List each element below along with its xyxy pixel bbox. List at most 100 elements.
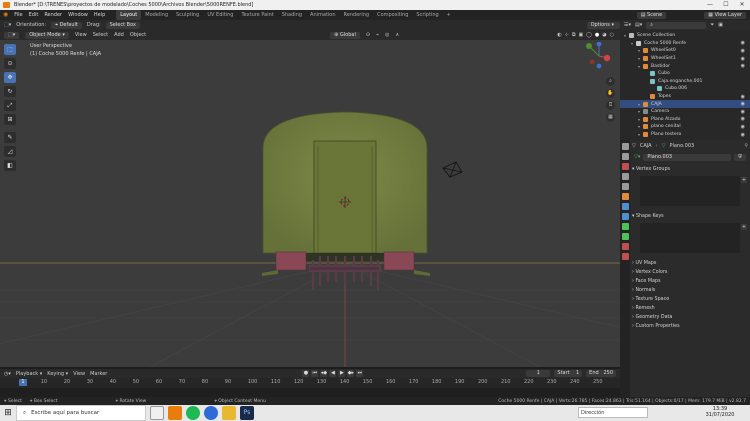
menu-help[interactable]: Help (91, 10, 108, 20)
add-menu[interactable]: Add (114, 30, 124, 40)
workspace-tab-layout[interactable]: Layout (116, 10, 142, 20)
timeline-editor-icon[interactable]: ◷▾ (4, 369, 11, 379)
scale-tool-icon[interactable]: ⤢ (4, 100, 16, 111)
workspace-tab-animation[interactable]: Animation (306, 10, 340, 20)
marker-menu[interactable]: Marker (90, 369, 107, 379)
cursor-tool-icon[interactable]: ⊙ (4, 58, 16, 69)
outliner-row[interactable]: Cubo (620, 70, 750, 78)
rotate-tool-icon[interactable]: ↻ (4, 86, 16, 97)
3d-viewport[interactable] (0, 40, 620, 367)
properties-tab-icon[interactable] (621, 173, 629, 180)
train-car-caja[interactable] (262, 111, 430, 290)
auto-key-icon[interactable]: ● (302, 370, 310, 377)
timeline-track-area[interactable] (0, 388, 620, 397)
perspective-toggle-icon[interactable]: ▦ (606, 113, 615, 122)
gizmo-icon[interactable]: ⊹ (565, 30, 569, 40)
panel-header[interactable]: › Remesh (632, 305, 655, 313)
panel-header[interactable]: › Face Maps (632, 278, 660, 286)
menu-render[interactable]: Render (41, 10, 65, 20)
visibility-eye-icon[interactable]: ◉ (741, 109, 745, 115)
visibility-eye-icon[interactable]: ◉ (741, 116, 745, 122)
spotify-taskbar-icon[interactable] (186, 406, 200, 420)
outliner-search-input[interactable]: ⌕ (646, 21, 707, 29)
mode-dropdown[interactable]: Object Mode ▾ (25, 31, 69, 39)
navigation-gizmo[interactable] (583, 41, 615, 74)
workspace-tab-scripting[interactable]: Scripting (412, 10, 442, 20)
blender-menu-icon[interactable]: ◉ (0, 10, 11, 20)
z-axis-ball[interactable] (596, 63, 602, 69)
outliner-row[interactable]: Topes ◉ (620, 93, 750, 101)
properties-tab-icon[interactable] (621, 253, 629, 260)
blender-taskbar-icon[interactable] (168, 406, 182, 420)
transform-tool-icon[interactable]: ⊞ (4, 114, 16, 125)
select-box-tool-icon[interactable]: ⬚ (4, 44, 16, 55)
options-dropdown[interactable]: Options ▾ (586, 21, 620, 29)
outliner-row[interactable]: ▾ Coche 5000 Renfe ◉ (620, 40, 750, 48)
outliner-editor-icon[interactable]: ☰▾ (624, 20, 631, 30)
add-cube-tool-icon[interactable]: ◧ (4, 160, 16, 171)
properties-tab-icon[interactable] (621, 243, 629, 250)
properties-tab-icon[interactable] (621, 153, 629, 160)
editor-type-icon[interactable]: ⬚▾ (4, 31, 20, 39)
outliner-row[interactable]: ▾ CAJA ◉ (620, 100, 750, 108)
properties-tab-icon[interactable] (621, 213, 629, 220)
solid-shading-icon[interactable]: ● (595, 30, 599, 40)
properties-tab-icon[interactable] (621, 183, 629, 190)
wireframe-shading-icon[interactable]: ◯ (586, 30, 592, 40)
properties-tab-icon[interactable] (621, 163, 629, 170)
visibility-eye-icon[interactable]: ◉ (741, 56, 745, 62)
outliner-row[interactable]: ▾ Bastidor ◉ (620, 62, 750, 70)
workspace-tab-texture-paint[interactable]: Texture Paint (237, 10, 277, 20)
outliner-row[interactable]: ▾ WheelSet0 ◉ (620, 47, 750, 55)
visibility-icon[interactable]: ◐ (557, 30, 561, 40)
panel-header[interactable]: › UV Maps (632, 260, 656, 268)
zoom-icon[interactable]: ⌕ (606, 77, 615, 86)
view-layer-selector[interactable]: ▦ View Layer (704, 11, 746, 19)
visibility-eye-icon[interactable]: ◉ (741, 40, 745, 46)
playhead[interactable]: 1 (19, 379, 27, 386)
panel-header[interactable]: › Normals (632, 287, 655, 295)
view-menu-timeline[interactable]: View (73, 369, 85, 379)
mesh-data-field[interactable]: Plano.003 (643, 153, 732, 161)
properties-tab-icon[interactable] (621, 223, 629, 230)
chrome-taskbar-icon[interactable] (204, 406, 218, 420)
outliner-row[interactable]: ▾ Scene Collection (620, 32, 750, 40)
properties-tab-icon[interactable] (621, 143, 629, 150)
drag-dropdown[interactable]: Select Box (105, 21, 140, 29)
visibility-eye-icon[interactable]: ◉ (741, 94, 745, 100)
workspace-tab-shading[interactable]: Shading (278, 10, 306, 20)
menu-edit[interactable]: Edit (26, 10, 42, 20)
mesh-data-icon[interactable]: ▽▾ (634, 154, 640, 160)
close-button[interactable]: ✕ (734, 0, 750, 10)
pan-icon[interactable]: ✋ (606, 89, 615, 98)
outliner-row[interactable]: Cubo.006 (620, 85, 750, 93)
properties-tab-icon[interactable] (621, 233, 629, 240)
object-menu[interactable]: Object (130, 30, 146, 40)
panel-header[interactable]: › Geometry Data (632, 314, 672, 322)
pivot-icon[interactable]: ⊙ (366, 30, 370, 40)
shape-keys-list[interactable] (640, 223, 740, 253)
pin-icon[interactable]: ⚲ (744, 143, 748, 149)
windows-start-icon[interactable]: ⊞ (0, 405, 16, 421)
visibility-eye-icon[interactable]: ◉ (741, 132, 745, 138)
move-tool-icon[interactable]: ✥ (4, 72, 16, 83)
visibility-eye-icon[interactable]: ◉ (741, 48, 745, 54)
panel-header[interactable]: › Vertex Colors (632, 269, 667, 277)
jump-start-icon[interactable]: ⏮ (311, 370, 319, 377)
fake-user-icon[interactable]: ⛨ (734, 153, 746, 161)
workspace-tab-uv-editing[interactable]: UV Editing (203, 10, 237, 20)
proportional-edit-icon[interactable]: ◎ (385, 30, 389, 40)
panel-header[interactable]: ▾ Shape Keys (632, 213, 664, 221)
playback-menu[interactable]: Playback ▾ (16, 369, 42, 379)
select-menu[interactable]: Select (93, 30, 108, 40)
outliner-row[interactable]: ▾ Plano Alzado ◉ (620, 116, 750, 124)
proportional-falloff-icon[interactable]: ∧ (395, 30, 399, 40)
direccion-toolbar[interactable]: Dirección (578, 407, 648, 418)
add-slot-icon[interactable]: + (741, 177, 747, 183)
properties-tab-icon[interactable] (621, 193, 629, 200)
play-icon[interactable]: ▶ (338, 370, 346, 377)
current-frame-field[interactable]: 1 (526, 370, 551, 377)
view-menu[interactable]: View (75, 30, 87, 40)
task-view-icon[interactable] (150, 406, 164, 420)
overlay-icon[interactable]: ⧉ (572, 30, 576, 40)
